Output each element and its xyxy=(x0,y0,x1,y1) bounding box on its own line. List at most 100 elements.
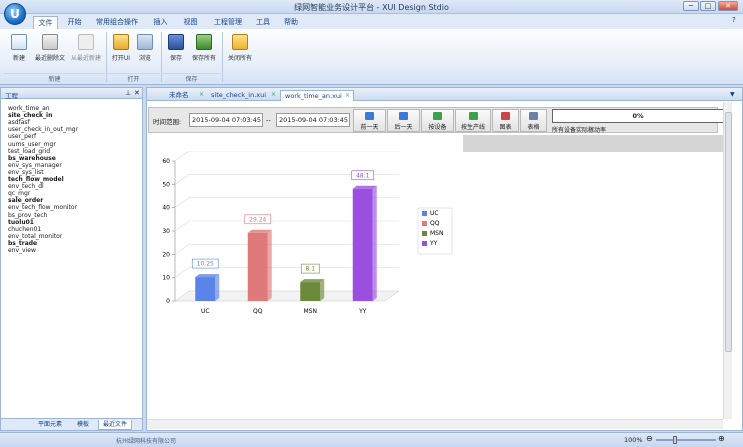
zoom-slider[interactable] xyxy=(656,439,716,441)
close-icon[interactable]: ✕ xyxy=(134,89,140,97)
refresh-icon xyxy=(468,112,478,120)
tab-help[interactable]: 帮助 xyxy=(280,16,302,29)
new-from-recent-button[interactable]: 从最近新建 xyxy=(69,34,103,70)
project-item[interactable]: bs_prov_tech xyxy=(8,212,47,219)
status-box: 0% xyxy=(552,109,724,123)
chart-view-button[interactable]: 图表 xyxy=(492,109,519,132)
horizontal-scrollbar[interactable] xyxy=(147,419,723,429)
table-view-button[interactable]: 表格 xyxy=(520,109,547,132)
project-item[interactable]: work_time_an xyxy=(8,105,50,112)
refresh-icon xyxy=(433,112,442,120)
x-tick-label: MSN xyxy=(304,308,317,315)
project-item[interactable]: env_tech_flow_monitor xyxy=(8,204,77,211)
zoom-slider-thumb[interactable] xyxy=(673,436,677,444)
ribbon-group-new: 新建 xyxy=(4,73,105,83)
zoom-in-icon[interactable]: ⊕ xyxy=(718,434,725,443)
y-tick-label: 0 xyxy=(166,298,170,305)
grey-strip xyxy=(463,135,723,152)
project-item[interactable]: user_perf xyxy=(8,133,36,140)
tab-graphic-elements[interactable]: 平面元素 xyxy=(33,420,67,430)
project-item[interactable]: env_view xyxy=(8,247,36,254)
table-icon xyxy=(529,112,538,120)
project-item[interactable]: env_sys_manager xyxy=(8,162,62,169)
project-item[interactable]: test_load_grid xyxy=(8,148,50,155)
tab-common-ops[interactable]: 常用组合操作 xyxy=(92,16,142,29)
project-item[interactable]: sale_order xyxy=(8,197,43,204)
bar xyxy=(247,232,268,301)
close-button[interactable]: ✕ xyxy=(718,1,738,11)
data-label: 29.24 xyxy=(249,216,266,223)
bar-top xyxy=(195,274,220,278)
project-item[interactable]: env_tech_dl xyxy=(8,183,44,190)
project-item[interactable]: user_check_in_out_mgr xyxy=(8,126,78,133)
legend-label: QQ xyxy=(430,220,440,227)
project-item[interactable]: env_sys_list xyxy=(8,169,44,176)
x-tick-label: UC xyxy=(201,308,210,315)
open-ui-button[interactable]: 打开UI xyxy=(110,34,132,70)
new-button[interactable]: 新建 xyxy=(8,34,30,70)
project-item[interactable]: uums_user_mgr xyxy=(8,141,56,148)
tab-home[interactable]: 开始 xyxy=(62,16,87,29)
data-label: 10.25 xyxy=(197,261,214,268)
scroll-thumb[interactable] xyxy=(725,112,732,352)
vertical-scrollbar[interactable] xyxy=(723,102,732,419)
legend-label: UC xyxy=(430,210,439,217)
bar xyxy=(352,188,373,301)
legend-label: YY xyxy=(429,240,438,247)
project-panel-tabs: 平面元素 模板 最近文件 xyxy=(1,418,142,430)
pin-icon[interactable]: ⊥ xyxy=(125,89,131,97)
tab-view[interactable]: 视图 xyxy=(178,16,203,29)
doc-tab-work-time-an[interactable]: work_time_an.xui × xyxy=(280,90,354,101)
tab-close-icon[interactable]: × xyxy=(345,91,350,101)
project-item[interactable]: bs_warehouse xyxy=(8,155,56,162)
maximize-button[interactable]: □ xyxy=(700,1,716,11)
doc-tab-site-check-in[interactable]: site_check_in.xui × xyxy=(207,90,279,101)
project-item[interactable]: asdfasf xyxy=(8,119,30,126)
bar-side xyxy=(215,274,220,301)
project-item[interactable]: qc_mgr xyxy=(8,190,30,197)
doc-tab-untitled[interactable]: 未命名 × xyxy=(165,90,207,101)
project-item[interactable]: site_check_in xyxy=(8,112,52,119)
minimize-button[interactable]: ─ xyxy=(683,1,699,11)
x-tick-label: YY xyxy=(358,308,367,315)
project-item[interactable]: bs_trade xyxy=(8,240,37,247)
next-day-button[interactable]: 后一天 xyxy=(387,109,420,132)
start-time-input[interactable]: 2015-09-04 07:03:45 xyxy=(189,113,263,127)
by-device-button[interactable]: 按设备 xyxy=(421,109,454,132)
zoom-out-icon[interactable]: ⊖ xyxy=(646,434,653,443)
by-line-button[interactable]: 按生产线 xyxy=(455,109,491,132)
tab-close-icon[interactable]: × xyxy=(199,90,204,100)
grid-line xyxy=(174,151,399,162)
legend-swatch xyxy=(422,231,427,236)
end-time-input[interactable]: 2015-09-04 07:03:45 xyxy=(276,113,350,127)
y-tick-label: 50 xyxy=(162,181,170,188)
browse-button[interactable]: 浏览 xyxy=(134,34,156,70)
tab-tools[interactable]: 工具 xyxy=(252,16,274,29)
bar-top xyxy=(352,185,377,189)
project-item[interactable]: tech_flow_model xyxy=(8,176,64,183)
bar-side xyxy=(372,185,377,301)
tab-close-icon[interactable]: × xyxy=(271,90,276,100)
tab-insert[interactable]: 插入 xyxy=(148,16,173,29)
tab-templates[interactable]: 模板 xyxy=(71,420,95,430)
project-item[interactable]: tuolu01 xyxy=(8,219,34,226)
save-button[interactable]: 保存 xyxy=(165,34,187,70)
tab-recent-files[interactable]: 最近文件 xyxy=(98,420,132,430)
save-all-button[interactable]: 保存所有 xyxy=(189,34,219,70)
tab-file[interactable]: 文件 xyxy=(33,16,58,29)
bar-top xyxy=(247,229,272,233)
save-all-icon xyxy=(196,34,212,50)
close-all-button[interactable]: 关闭所有 xyxy=(226,34,254,70)
tab-project-mgmt[interactable]: 工程管理 xyxy=(208,16,248,29)
recent-delete-button[interactable]: 最近删除文 xyxy=(32,34,68,70)
ribbon-group-open: 打开 xyxy=(107,73,160,83)
help-icon[interactable]: ? xyxy=(732,16,736,24)
project-item[interactable]: chuchen01 xyxy=(8,226,41,233)
bar xyxy=(195,277,216,301)
prev-day-button[interactable]: 前一天 xyxy=(353,109,386,132)
project-item[interactable]: env_total_monitor xyxy=(8,233,62,240)
status-text: 所有设备实际稼动率 xyxy=(552,127,607,134)
tab-list-dropdown-icon[interactable]: ▼ xyxy=(730,91,735,98)
app-logo[interactable]: U xyxy=(4,3,26,25)
status-bar: 杭州绿网科技有限公司 100% ⊖ ⊕ xyxy=(0,432,743,447)
